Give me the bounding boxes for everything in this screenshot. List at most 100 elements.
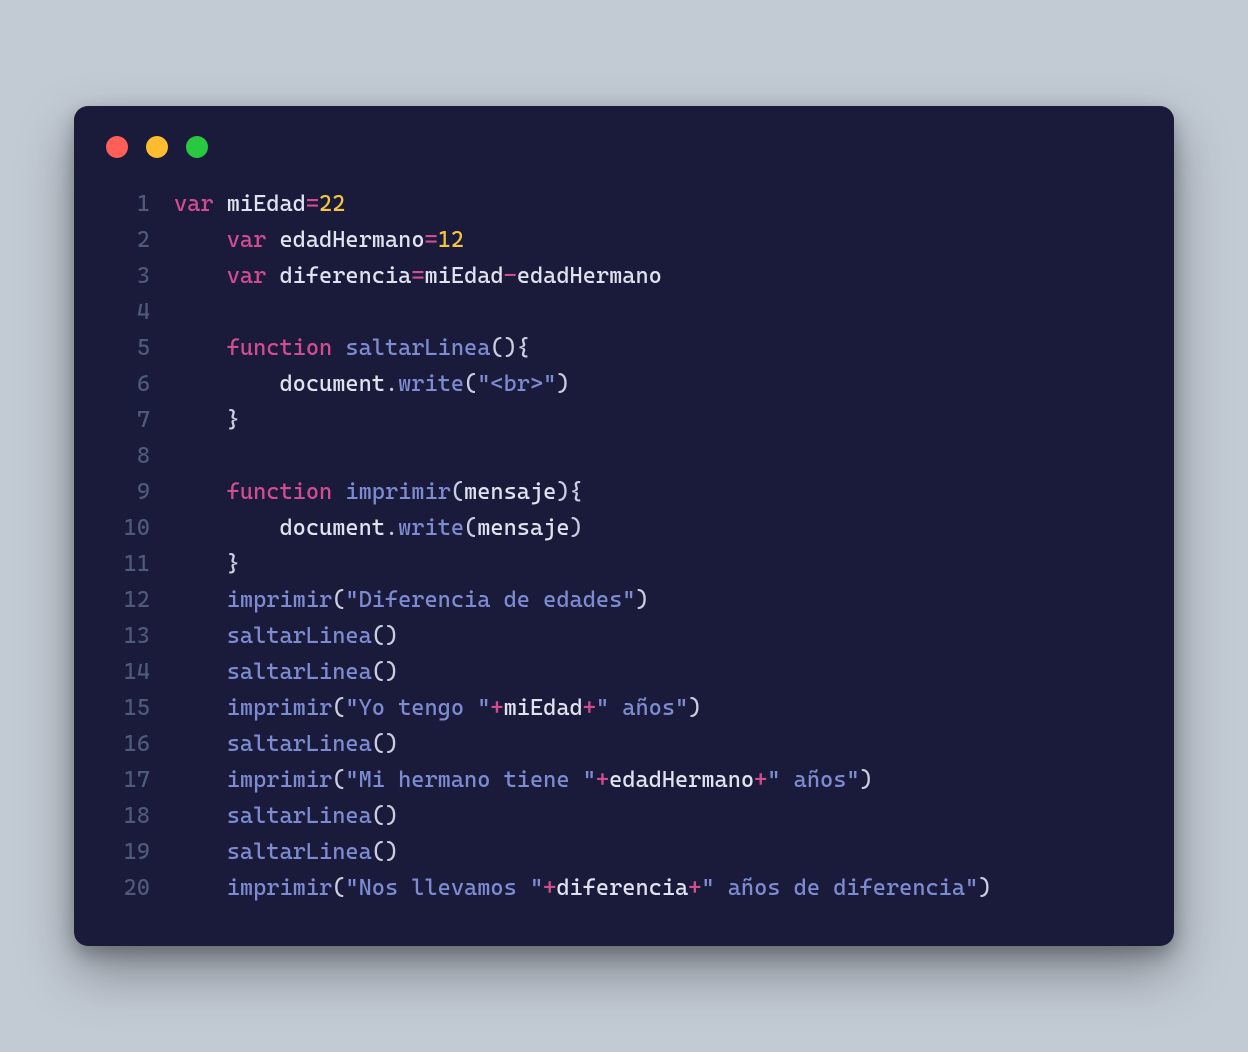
token-punc: ) <box>556 371 569 397</box>
token-kw: function <box>227 335 332 361</box>
line-content: imprimir("Diferencia de edades") <box>174 582 1146 618</box>
code-line: 8 <box>102 438 1146 474</box>
line-number: 3 <box>102 258 150 294</box>
maximize-icon[interactable] <box>186 136 208 158</box>
token-op: = <box>411 263 424 289</box>
line-number: 2 <box>102 222 150 258</box>
line-content <box>174 438 1146 474</box>
token-punc: ( <box>464 515 477 541</box>
token-punc: ( <box>332 695 345 721</box>
line-number: 16 <box>102 726 150 762</box>
line-content: saltarLinea() <box>174 834 1146 870</box>
code-line: 16 saltarLinea() <box>102 726 1146 762</box>
token-fn: write <box>398 371 464 397</box>
token-op: + <box>596 767 609 793</box>
token-id: miEdad <box>227 191 306 217</box>
token-fn: saltarLinea <box>345 335 490 361</box>
code-line: 6 document.write("<br>") <box>102 366 1146 402</box>
line-content: saltarLinea() <box>174 654 1146 690</box>
token-str: " años" <box>596 695 688 721</box>
code-line: 12 imprimir("Diferencia de edades") <box>102 582 1146 618</box>
token-punc: ) <box>570 515 583 541</box>
token-id: mensaje <box>464 479 556 505</box>
code-block: 1var miEdad=222 var edadHermano=123 var … <box>102 186 1146 906</box>
token-id: document <box>279 371 384 397</box>
token-punc: ) <box>688 695 701 721</box>
token-plain <box>214 191 227 217</box>
token-kw: var <box>227 263 267 289</box>
line-number: 5 <box>102 330 150 366</box>
code-line: 15 imprimir("Yo tengo "+miEdad+" años") <box>102 690 1146 726</box>
line-content: function imprimir(mensaje){ <box>174 474 1146 510</box>
line-number: 7 <box>102 402 150 438</box>
line-content: saltarLinea() <box>174 798 1146 834</box>
line-number: 14 <box>102 654 150 690</box>
token-id: mensaje <box>477 515 569 541</box>
line-content: saltarLinea() <box>174 726 1146 762</box>
token-id: edadHermano <box>517 263 662 289</box>
line-number: 12 <box>102 582 150 618</box>
token-str: "Nos llevamos " <box>345 875 543 901</box>
token-fn: saltarLinea <box>227 803 372 829</box>
token-op: + <box>583 695 596 721</box>
token-punc: . <box>385 515 398 541</box>
line-number: 4 <box>102 294 150 330</box>
line-number: 1 <box>102 186 150 222</box>
line-number: 8 <box>102 438 150 474</box>
line-content: var diferencia=miEdad-edadHermano <box>174 258 1146 294</box>
code-line: 2 var edadHermano=12 <box>102 222 1146 258</box>
token-punc: ( <box>464 371 477 397</box>
token-fn: imprimir <box>227 695 332 721</box>
code-line: 14 saltarLinea() <box>102 654 1146 690</box>
token-op: - <box>504 263 517 289</box>
token-fn: imprimir <box>227 767 332 793</box>
token-punc: ( <box>451 479 464 505</box>
token-id: edadHermano <box>609 767 754 793</box>
line-number: 11 <box>102 546 150 582</box>
token-id: document <box>279 515 384 541</box>
token-plain <box>266 227 279 253</box>
window-titlebar <box>102 136 1146 158</box>
token-fn: saltarLinea <box>227 659 372 685</box>
token-str: "<br>" <box>477 371 556 397</box>
token-op: + <box>543 875 556 901</box>
token-str: " años" <box>767 767 859 793</box>
token-kw: var <box>227 227 267 253</box>
token-op: + <box>490 695 503 721</box>
token-punc: () <box>372 803 398 829</box>
token-kw: function <box>227 479 332 505</box>
line-content: imprimir("Yo tengo "+miEdad+" años") <box>174 690 1146 726</box>
token-id: diferencia <box>556 875 688 901</box>
token-id: miEdad <box>425 263 504 289</box>
token-kw: var <box>174 191 214 217</box>
line-number: 20 <box>102 870 150 906</box>
token-punc: ) <box>635 587 648 613</box>
line-content: } <box>174 546 1146 582</box>
code-window: 1var miEdad=222 var edadHermano=123 var … <box>74 106 1174 946</box>
line-content: var miEdad=22 <box>174 186 1146 222</box>
code-line: 10 document.write(mensaje) <box>102 510 1146 546</box>
code-line: 19 saltarLinea() <box>102 834 1146 870</box>
token-fn: saltarLinea <box>227 839 372 865</box>
token-num: 22 <box>319 191 345 217</box>
token-fn: imprimir <box>227 587 332 613</box>
token-fn: imprimir <box>345 479 450 505</box>
token-str: "Diferencia de edades" <box>345 587 635 613</box>
code-line: 17 imprimir("Mi hermano tiene "+edadHerm… <box>102 762 1146 798</box>
line-number: 17 <box>102 762 150 798</box>
token-punc: } <box>227 407 240 433</box>
code-line: 3 var diferencia=miEdad-edadHermano <box>102 258 1146 294</box>
close-icon[interactable] <box>106 136 128 158</box>
token-op: = <box>425 227 438 253</box>
token-punc: ) <box>860 767 873 793</box>
line-content: } <box>174 402 1146 438</box>
token-op: + <box>688 875 701 901</box>
token-punc: ){ <box>556 479 582 505</box>
line-content: imprimir("Nos llevamos "+diferencia+" añ… <box>174 870 1146 906</box>
code-line: 1 var miEdad=22 <box>102 186 1146 222</box>
minimize-icon[interactable] <box>146 136 168 158</box>
token-id: diferencia <box>279 263 411 289</box>
line-content: document.write("<br>") <box>174 366 1146 402</box>
code-line: 20 imprimir("Nos llevamos "+diferencia+"… <box>102 870 1146 906</box>
token-punc: (){ <box>490 335 530 361</box>
